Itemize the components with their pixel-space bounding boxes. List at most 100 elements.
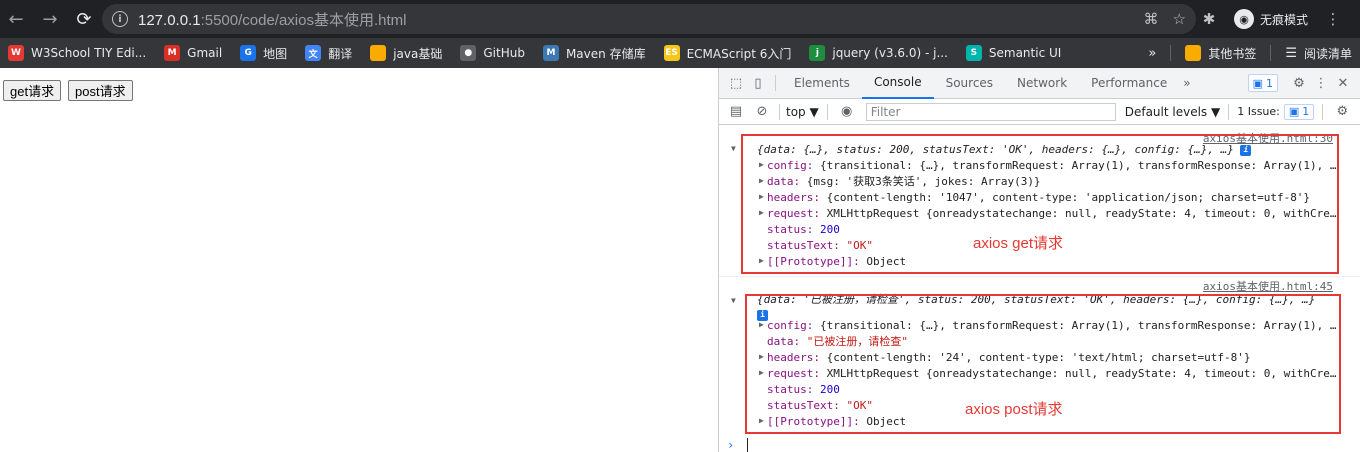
incognito-indicator[interactable]: ◉ 无痕模式 xyxy=(1228,6,1314,32)
get-request-button[interactable]: get请求 xyxy=(3,80,62,101)
bookmark-favicon-icon: M xyxy=(542,45,559,61)
clear-console-icon[interactable]: ⊘ xyxy=(751,101,773,123)
expand-arrow-icon[interactable]: ▶ xyxy=(759,368,764,377)
bookmark-item[interactable]: java基础 xyxy=(370,45,442,62)
forward-icon[interactable]: → xyxy=(37,6,63,32)
tab-sources[interactable]: Sources xyxy=(934,68,1005,99)
reading-list[interactable]: ☰ 阅读清单 xyxy=(1285,45,1352,62)
page-viewport: get请求 post请求 xyxy=(0,68,718,452)
inspect-element-icon[interactable]: ⬚ xyxy=(725,72,747,94)
expand-arrow-icon[interactable]: ▶ xyxy=(759,320,764,329)
prop-config[interactable]: config: {transitional: {…}, transformReq… xyxy=(767,318,1337,334)
translate-icon[interactable]: ⌘ xyxy=(1144,10,1159,28)
settings-gear-icon[interactable]: ⚙ xyxy=(1288,72,1310,94)
bookmark-favicon-icon: j xyxy=(809,45,826,61)
folder-icon xyxy=(1185,45,1202,61)
expand-arrow-icon[interactable]: ▶ xyxy=(759,256,764,265)
bookmark-label: Gmail xyxy=(187,46,223,60)
tab-elements[interactable]: Elements xyxy=(782,68,862,99)
bookmark-label: 翻译 xyxy=(328,46,353,61)
expand-arrow-icon[interactable]: ▶ xyxy=(759,416,764,425)
prop-status-text: statusText: "OK" xyxy=(767,399,873,412)
bookmark-item[interactable]: M Gmail xyxy=(164,45,222,61)
bookmark-star-icon[interactable]: ☆ xyxy=(1173,10,1186,28)
console-input[interactable] xyxy=(747,438,748,452)
prop-status: status: 200 xyxy=(767,223,840,236)
collapse-arrow-icon[interactable]: ▼ xyxy=(731,144,736,153)
context-select[interactable]: top ▼ xyxy=(786,105,819,119)
tab-performance[interactable]: Performance xyxy=(1079,68,1179,99)
prop-data[interactable]: data: {msg: '获取3条笑话', jokes: Array(3)} xyxy=(767,174,1041,190)
expand-arrow-icon[interactable]: ▶ xyxy=(759,352,764,361)
bookmark-label: ECMAScript 6入门 xyxy=(686,46,792,61)
device-toolbar-icon[interactable]: ▯ xyxy=(747,72,769,94)
bookmark-item[interactable]: ES ECMAScript 6入门 xyxy=(663,45,792,62)
annotation-post: axios post请求 xyxy=(965,401,1063,418)
tab-console[interactable]: Console xyxy=(861,68,934,99)
prop-request[interactable]: request: XMLHttpRequest {onreadystatecha… xyxy=(767,366,1337,382)
bookmark-label: GitHub xyxy=(483,46,525,60)
bookmark-item[interactable]: W W3School TIY Edi... xyxy=(8,45,146,61)
divider xyxy=(775,75,776,91)
collapse-arrow-icon[interactable]: ▼ xyxy=(731,296,736,305)
expand-arrow-icon[interactable]: ▶ xyxy=(759,160,764,169)
log-levels-select[interactable]: Default levels ▼ xyxy=(1125,105,1221,119)
more-tabs-icon[interactable]: » xyxy=(1179,68,1194,99)
back-icon[interactable]: ← xyxy=(3,6,29,32)
prop-headers[interactable]: headers: {content-length: '24', content-… xyxy=(767,350,1250,366)
divider xyxy=(826,103,828,120)
bookmark-item[interactable]: M Maven 存储库 xyxy=(542,45,646,62)
expand-arrow-icon[interactable]: ▶ xyxy=(759,192,764,201)
console-output: axios基本使用.html:30 ▼ {data: {…}, status: … xyxy=(719,126,1360,452)
sidebar-toggle-icon[interactable]: ▤ xyxy=(725,101,747,123)
tab-network[interactable]: Network xyxy=(1005,68,1079,99)
bookmark-favicon-icon: S xyxy=(965,45,982,61)
divider xyxy=(779,103,780,120)
reading-list-icon: ☰ xyxy=(1285,45,1297,61)
bookmark-item[interactable]: G 地图 xyxy=(240,45,287,62)
bookmark-favicon-icon: ES xyxy=(663,45,680,61)
message-divider xyxy=(719,276,1360,277)
reload-icon[interactable]: ⟳ xyxy=(71,6,97,32)
prop-headers[interactable]: headers: {content-length: '1047', conten… xyxy=(767,190,1310,206)
post-request-button[interactable]: post请求 xyxy=(68,80,133,101)
devtools-tabbar: ⬚ ▯ Elements Console Sources Network Per… xyxy=(719,68,1360,99)
url-text: 127.0.0.1:5500/code/axios基本使用.html xyxy=(138,11,407,29)
extensions-icon[interactable]: ✱ xyxy=(1198,10,1220,28)
log-summary[interactable]: {data: {…}, status: 200, statusText: 'OK… xyxy=(757,142,1252,158)
bookmark-item[interactable]: S Semantic UI xyxy=(965,45,1061,61)
divider xyxy=(1270,45,1272,61)
prop-prototype[interactable]: [[Prototype]]: Object xyxy=(767,254,906,270)
close-devtools-icon[interactable]: ✕ xyxy=(1332,72,1354,94)
bookmark-item[interactable]: j jquery (v3.6.0) - j... xyxy=(809,45,948,61)
menu-kebab-icon[interactable]: ⋮ xyxy=(1322,10,1344,28)
bookmark-item[interactable]: 文翻译 xyxy=(305,45,352,62)
live-expression-eye-icon[interactable]: ◉ xyxy=(836,101,858,123)
bookmarks-more-icon[interactable]: » xyxy=(1148,46,1156,61)
site-info-icon[interactable]: i xyxy=(112,11,128,27)
console-settings-icon[interactable]: ⚙ xyxy=(1331,101,1353,123)
prop-data: data: "已被注册，请检查" xyxy=(767,335,908,348)
bookmark-other[interactable]: 其他书签 xyxy=(1185,45,1256,62)
address-bar[interactable]: i 127.0.0.1:5500/code/axios基本使用.html ⌘ ☆ xyxy=(102,4,1196,34)
bookmark-favicon-icon xyxy=(370,45,387,61)
prop-request[interactable]: request: XMLHttpRequest {onreadystatecha… xyxy=(767,206,1337,222)
bookmark-label: Maven 存储库 xyxy=(565,46,646,61)
filter-input[interactable]: Filter xyxy=(865,102,1116,121)
expand-arrow-icon[interactable]: ▶ xyxy=(759,176,764,185)
expand-arrow-icon[interactable]: ▶ xyxy=(759,208,764,217)
bookmark-label: jquery (v3.6.0) - j... xyxy=(832,46,948,60)
bookmark-item[interactable]: ● GitHub xyxy=(460,45,525,61)
prop-config[interactable]: config: {transitional: {…}, transformReq… xyxy=(767,158,1337,174)
bookmark-favicon-icon: W xyxy=(8,45,24,61)
message-icon: ▣ xyxy=(1288,105,1300,118)
prop-prototype[interactable]: [[Prototype]]: Object xyxy=(767,414,906,430)
divider xyxy=(1322,103,1324,120)
devtools-menu-icon[interactable]: ⋮ xyxy=(1310,72,1332,94)
issues-badge[interactable]: ▣ 1 xyxy=(1247,74,1278,92)
log-summary[interactable]: {data: '已被注册，请检查', status: 200, statusTe… xyxy=(757,292,1315,308)
issues-link[interactable]: 1 Issue: ▣ 1 xyxy=(1237,103,1315,120)
bookmark-favicon-icon: ● xyxy=(460,45,477,61)
incognito-label: 无痕模式 xyxy=(1260,12,1309,27)
issue-count-badge: ▣ 1 xyxy=(1283,103,1315,120)
